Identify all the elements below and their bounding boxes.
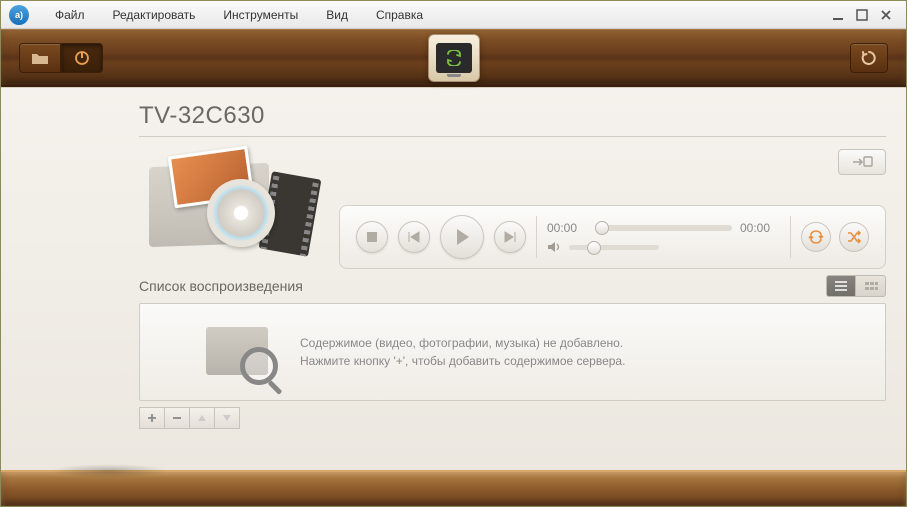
cast-to-screen-button[interactable]	[838, 149, 886, 175]
refresh-button[interactable]	[850, 43, 888, 73]
up-icon	[197, 414, 207, 422]
seek-slider[interactable]	[595, 225, 732, 231]
playlist-controls	[139, 407, 886, 429]
menubar: a) Файл Редактировать Инструменты Вид Сп…	[1, 1, 906, 29]
prev-icon	[407, 231, 421, 243]
title-bar: TV-32C630	[139, 102, 886, 137]
shuffle-button[interactable]	[839, 222, 869, 252]
player-bar: 00:00 00:00	[339, 205, 886, 269]
content-area: TV-32C630 00:00 00:00	[1, 87, 906, 470]
empty-message: Содержимое (видео, фотографии, музыка) н…	[300, 334, 625, 370]
toolbar-mode-group	[19, 43, 103, 73]
move-up-button[interactable]	[189, 407, 215, 429]
list-view-button[interactable]	[826, 275, 856, 297]
play-mode-button[interactable]	[61, 43, 103, 73]
remove-item-button[interactable]	[164, 407, 190, 429]
volume-icon	[547, 241, 561, 253]
repeat-button[interactable]	[801, 222, 831, 252]
prev-button[interactable]	[398, 221, 430, 253]
menu-file[interactable]: Файл	[41, 4, 99, 26]
maximize-button[interactable]	[854, 8, 870, 22]
power-icon	[74, 50, 90, 66]
empty-folder-icon	[200, 317, 280, 387]
stop-button[interactable]	[356, 221, 388, 253]
menu-help[interactable]: Справка	[362, 4, 437, 26]
playlist-header: Список воспроизведения	[139, 275, 886, 297]
refresh-icon	[860, 49, 878, 67]
playlist-box: Содержимое (видео, фотографии, музыка) н…	[139, 303, 886, 401]
list-icon	[834, 281, 848, 291]
play-icon	[454, 228, 470, 246]
grid-icon	[864, 281, 878, 291]
view-toggle	[826, 275, 886, 297]
center-app-badge	[428, 34, 480, 82]
grid-view-button[interactable]	[856, 275, 886, 297]
bottom-bar	[1, 470, 906, 506]
empty-line-2: Нажмите кнопку '+', чтобы добавить содер…	[300, 352, 625, 370]
folder-mode-button[interactable]	[19, 43, 61, 73]
next-icon	[503, 231, 517, 243]
shuffle-icon	[846, 230, 862, 244]
empty-line-1: Содержимое (видео, фотографии, музыка) н…	[300, 334, 625, 352]
media-illustration	[139, 147, 319, 257]
down-icon	[222, 414, 232, 422]
device-title: TV-32C630	[139, 102, 265, 130]
app-icon: a)	[9, 5, 29, 25]
monitor-sync-icon	[436, 43, 472, 73]
move-down-button[interactable]	[214, 407, 240, 429]
total-time: 00:00	[740, 221, 780, 235]
repeat-icon	[808, 230, 824, 244]
cast-icon	[851, 155, 873, 169]
close-button[interactable]	[878, 8, 894, 22]
toolbar	[1, 29, 906, 87]
time-section: 00:00 00:00	[547, 221, 780, 253]
current-time: 00:00	[547, 221, 587, 235]
menu-tools[interactable]: Инструменты	[209, 4, 312, 26]
volume-slider[interactable]	[569, 245, 659, 250]
menu-view[interactable]: Вид	[312, 4, 362, 26]
window-controls	[830, 8, 898, 22]
menu-edit[interactable]: Редактировать	[99, 4, 210, 26]
playlist-title: Список воспроизведения	[139, 278, 303, 294]
plus-icon	[147, 413, 157, 423]
folder-icon	[31, 51, 49, 65]
next-button[interactable]	[494, 221, 526, 253]
minimize-button[interactable]	[830, 8, 846, 22]
play-button[interactable]	[440, 215, 484, 259]
add-item-button[interactable]	[139, 407, 165, 429]
minus-icon	[172, 413, 182, 423]
stop-icon	[367, 232, 377, 242]
